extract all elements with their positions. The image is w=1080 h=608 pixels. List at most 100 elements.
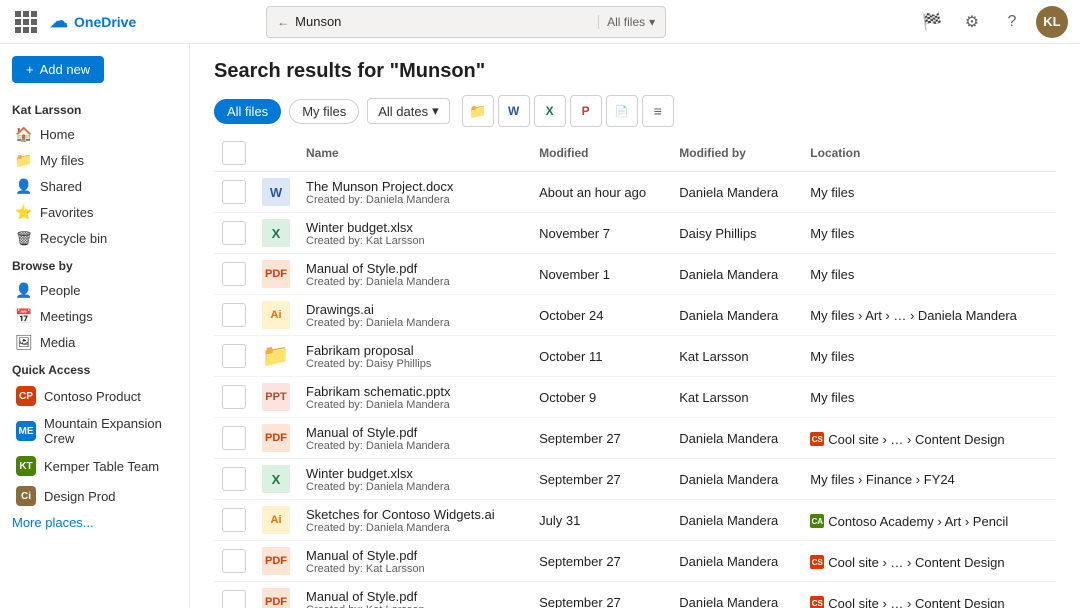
sidebar-item-people[interactable]: 👤 People	[4, 277, 185, 303]
row-name-cell[interactable]: Fabrikam schematic.pptx Created by: Dani…	[298, 377, 531, 418]
col-modified[interactable]: Modified	[531, 135, 671, 172]
sidebar-item-shared[interactable]: 👤 Shared	[4, 173, 185, 199]
search-back-arrow[interactable]: ←	[277, 15, 289, 29]
row-checkbox-cell	[214, 541, 254, 582]
all-files-filter[interactable]: All files	[214, 99, 281, 124]
search-input[interactable]	[295, 14, 594, 29]
location-text: Cool site › … › Content Design	[828, 596, 1004, 608]
col-modified-by[interactable]: Modified by	[671, 135, 802, 172]
sidebar-item-recycle-bin[interactable]: 🗑 Recycle bin	[4, 225, 185, 251]
file-info: Fabrikam proposal Created by: Daisy Phil…	[306, 343, 431, 370]
sidebar-item-meetings[interactable]: 📅 Meetings	[4, 303, 185, 329]
row-name-cell[interactable]: Drawings.ai Created by: Daniela Mandera	[298, 295, 531, 336]
file-name[interactable]: Manual of Style.pdf	[306, 261, 450, 276]
select-all-checkbox[interactable]	[222, 141, 246, 165]
avatar[interactable]: KL	[1036, 6, 1068, 38]
row-checkbox[interactable]	[222, 549, 246, 573]
sidebar-item-mountain[interactable]: ME Mountain Expansion Crew	[4, 411, 185, 451]
sidebar-item-contoso[interactable]: CP Contoso Product	[4, 381, 185, 411]
row-name-cell[interactable]: Sketches for Contoso Widgets.ai Created …	[298, 500, 531, 541]
table-row[interactable]: PDF Manual of Style.pdf Created by: Kat …	[214, 582, 1056, 608]
add-new-button[interactable]: + Add new	[12, 56, 104, 83]
sidebar-item-home[interactable]: 🏠 Home	[4, 121, 185, 147]
app-launcher-button[interactable]	[12, 8, 40, 36]
row-name-cell[interactable]: Winter budget.xlsx Created by: Daniela M…	[298, 459, 531, 500]
main-layout: + Add new Kat Larsson 🏠 Home 📁 My files …	[0, 44, 1080, 608]
row-name-cell[interactable]: Winter budget.xlsx Created by: Kat Larss…	[298, 213, 531, 254]
notifications-button[interactable]: 🏁	[916, 6, 948, 38]
row-checkbox[interactable]	[222, 426, 246, 450]
row-checkbox[interactable]	[222, 344, 246, 368]
location-badge: CA Contoso Academy › Art › Pencil	[810, 514, 1008, 529]
my-files-filter[interactable]: My files	[289, 99, 359, 124]
sidebar-item-label: Mountain Expansion Crew	[44, 416, 173, 446]
settings-button[interactable]: ⚙	[956, 6, 988, 38]
sidebar-item-media[interactable]: 🖼 Media	[4, 329, 185, 355]
row-checkbox[interactable]	[222, 385, 246, 409]
file-info: Winter budget.xlsx Created by: Daniela M…	[306, 466, 450, 493]
row-checkbox[interactable]	[222, 303, 246, 327]
row-checkbox[interactable]	[222, 508, 246, 532]
table-row[interactable]: X Winter budget.xlsx Created by: Kat Lar…	[214, 213, 1056, 254]
row-name-cell[interactable]: Manual of Style.pdf Created by: Daniela …	[298, 418, 531, 459]
table-row[interactable]: Ai Sketches for Contoso Widgets.ai Creat…	[214, 500, 1056, 541]
row-checkbox[interactable]	[222, 467, 246, 491]
modified-date: November 7	[539, 226, 610, 241]
sidebar-item-design[interactable]: Ci Design Prod	[4, 481, 185, 511]
modified-date: September 27	[539, 595, 621, 608]
pdf-type-filter[interactable]: 📄	[606, 95, 638, 127]
row-checkbox[interactable]	[222, 180, 246, 204]
row-checkbox-cell	[214, 213, 254, 254]
row-name-cell[interactable]: The Munson Project.docx Created by: Dani…	[298, 172, 531, 213]
file-name[interactable]: Sketches for Contoso Widgets.ai	[306, 507, 495, 522]
row-modified-by-cell: Daniela Mandera	[671, 295, 802, 336]
search-scope-dropdown[interactable]: All files ▾	[598, 15, 655, 29]
file-name[interactable]: Manual of Style.pdf	[306, 548, 425, 563]
table-row[interactable]: Ai Drawings.ai Created by: Daniela Mande…	[214, 295, 1056, 336]
modified-date: July 31	[539, 513, 580, 528]
file-name[interactable]: Manual of Style.pdf	[306, 425, 450, 440]
row-name-cell[interactable]: Manual of Style.pdf Created by: Daniela …	[298, 254, 531, 295]
table-row[interactable]: PPT Fabrikam schematic.pptx Created by: …	[214, 377, 1056, 418]
file-name[interactable]: Winter budget.xlsx	[306, 220, 425, 235]
kemper-avatar: KT	[16, 456, 36, 476]
more-types-filter[interactable]: ≡	[642, 95, 674, 127]
table-row[interactable]: X Winter budget.xlsx Created by: Daniela…	[214, 459, 1056, 500]
sidebar-item-kemper[interactable]: KT Kemper Table Team	[4, 451, 185, 481]
help-button[interactable]: ?	[996, 6, 1028, 38]
row-checkbox[interactable]	[222, 590, 246, 608]
sidebar-item-label: Design Prod	[44, 489, 116, 504]
file-name[interactable]: The Munson Project.docx	[306, 179, 453, 194]
file-name[interactable]: Winter budget.xlsx	[306, 466, 450, 481]
row-checkbox[interactable]	[222, 221, 246, 245]
file-name[interactable]: Manual of Style.pdf	[306, 589, 425, 604]
excel-type-filter[interactable]: X	[534, 95, 566, 127]
table-row[interactable]: 📁 Fabrikam proposal Created by: Daisy Ph…	[214, 336, 1056, 377]
file-name[interactable]: Fabrikam schematic.pptx	[306, 384, 451, 399]
location-badge: CS Cool site › … › Content Design	[810, 432, 1004, 447]
row-name-cell[interactable]: Fabrikam proposal Created by: Daisy Phil…	[298, 336, 531, 377]
table-row[interactable]: PDF Manual of Style.pdf Created by: Dani…	[214, 418, 1056, 459]
table-row[interactable]: PDF Manual of Style.pdf Created by: Kat …	[214, 541, 1056, 582]
ppt-type-filter[interactable]: P	[570, 95, 602, 127]
sidebar-item-favorites[interactable]: ⭐ Favorites	[4, 199, 185, 225]
row-name-cell[interactable]: Manual of Style.pdf Created by: Kat Lars…	[298, 541, 531, 582]
row-modified-by-cell: Daniela Mandera	[671, 500, 802, 541]
sidebar-item-label: Home	[40, 127, 75, 142]
word-type-filter[interactable]: W	[498, 95, 530, 127]
row-checkbox[interactable]	[222, 262, 246, 286]
table-row[interactable]: PDF Manual of Style.pdf Created by: Dani…	[214, 254, 1056, 295]
table-row[interactable]: W The Munson Project.docx Created by: Da…	[214, 172, 1056, 213]
row-modified-by-cell: Daniela Mandera	[671, 254, 802, 295]
row-type-icon-cell: PDF	[254, 541, 298, 582]
more-places-link[interactable]: More places...	[0, 511, 189, 534]
folder-type-filter[interactable]: 📁	[462, 95, 494, 127]
row-name-cell[interactable]: Manual of Style.pdf Created by: Kat Lars…	[298, 582, 531, 608]
col-name[interactable]: Name	[298, 135, 531, 172]
file-name[interactable]: Fabrikam proposal	[306, 343, 431, 358]
location-text: My files	[810, 185, 854, 200]
file-name[interactable]: Drawings.ai	[306, 302, 450, 317]
sidebar-item-my-files[interactable]: 📁 My files	[4, 147, 185, 173]
col-location[interactable]: Location	[802, 135, 1056, 172]
all-dates-dropdown[interactable]: All dates ▾	[367, 98, 449, 124]
